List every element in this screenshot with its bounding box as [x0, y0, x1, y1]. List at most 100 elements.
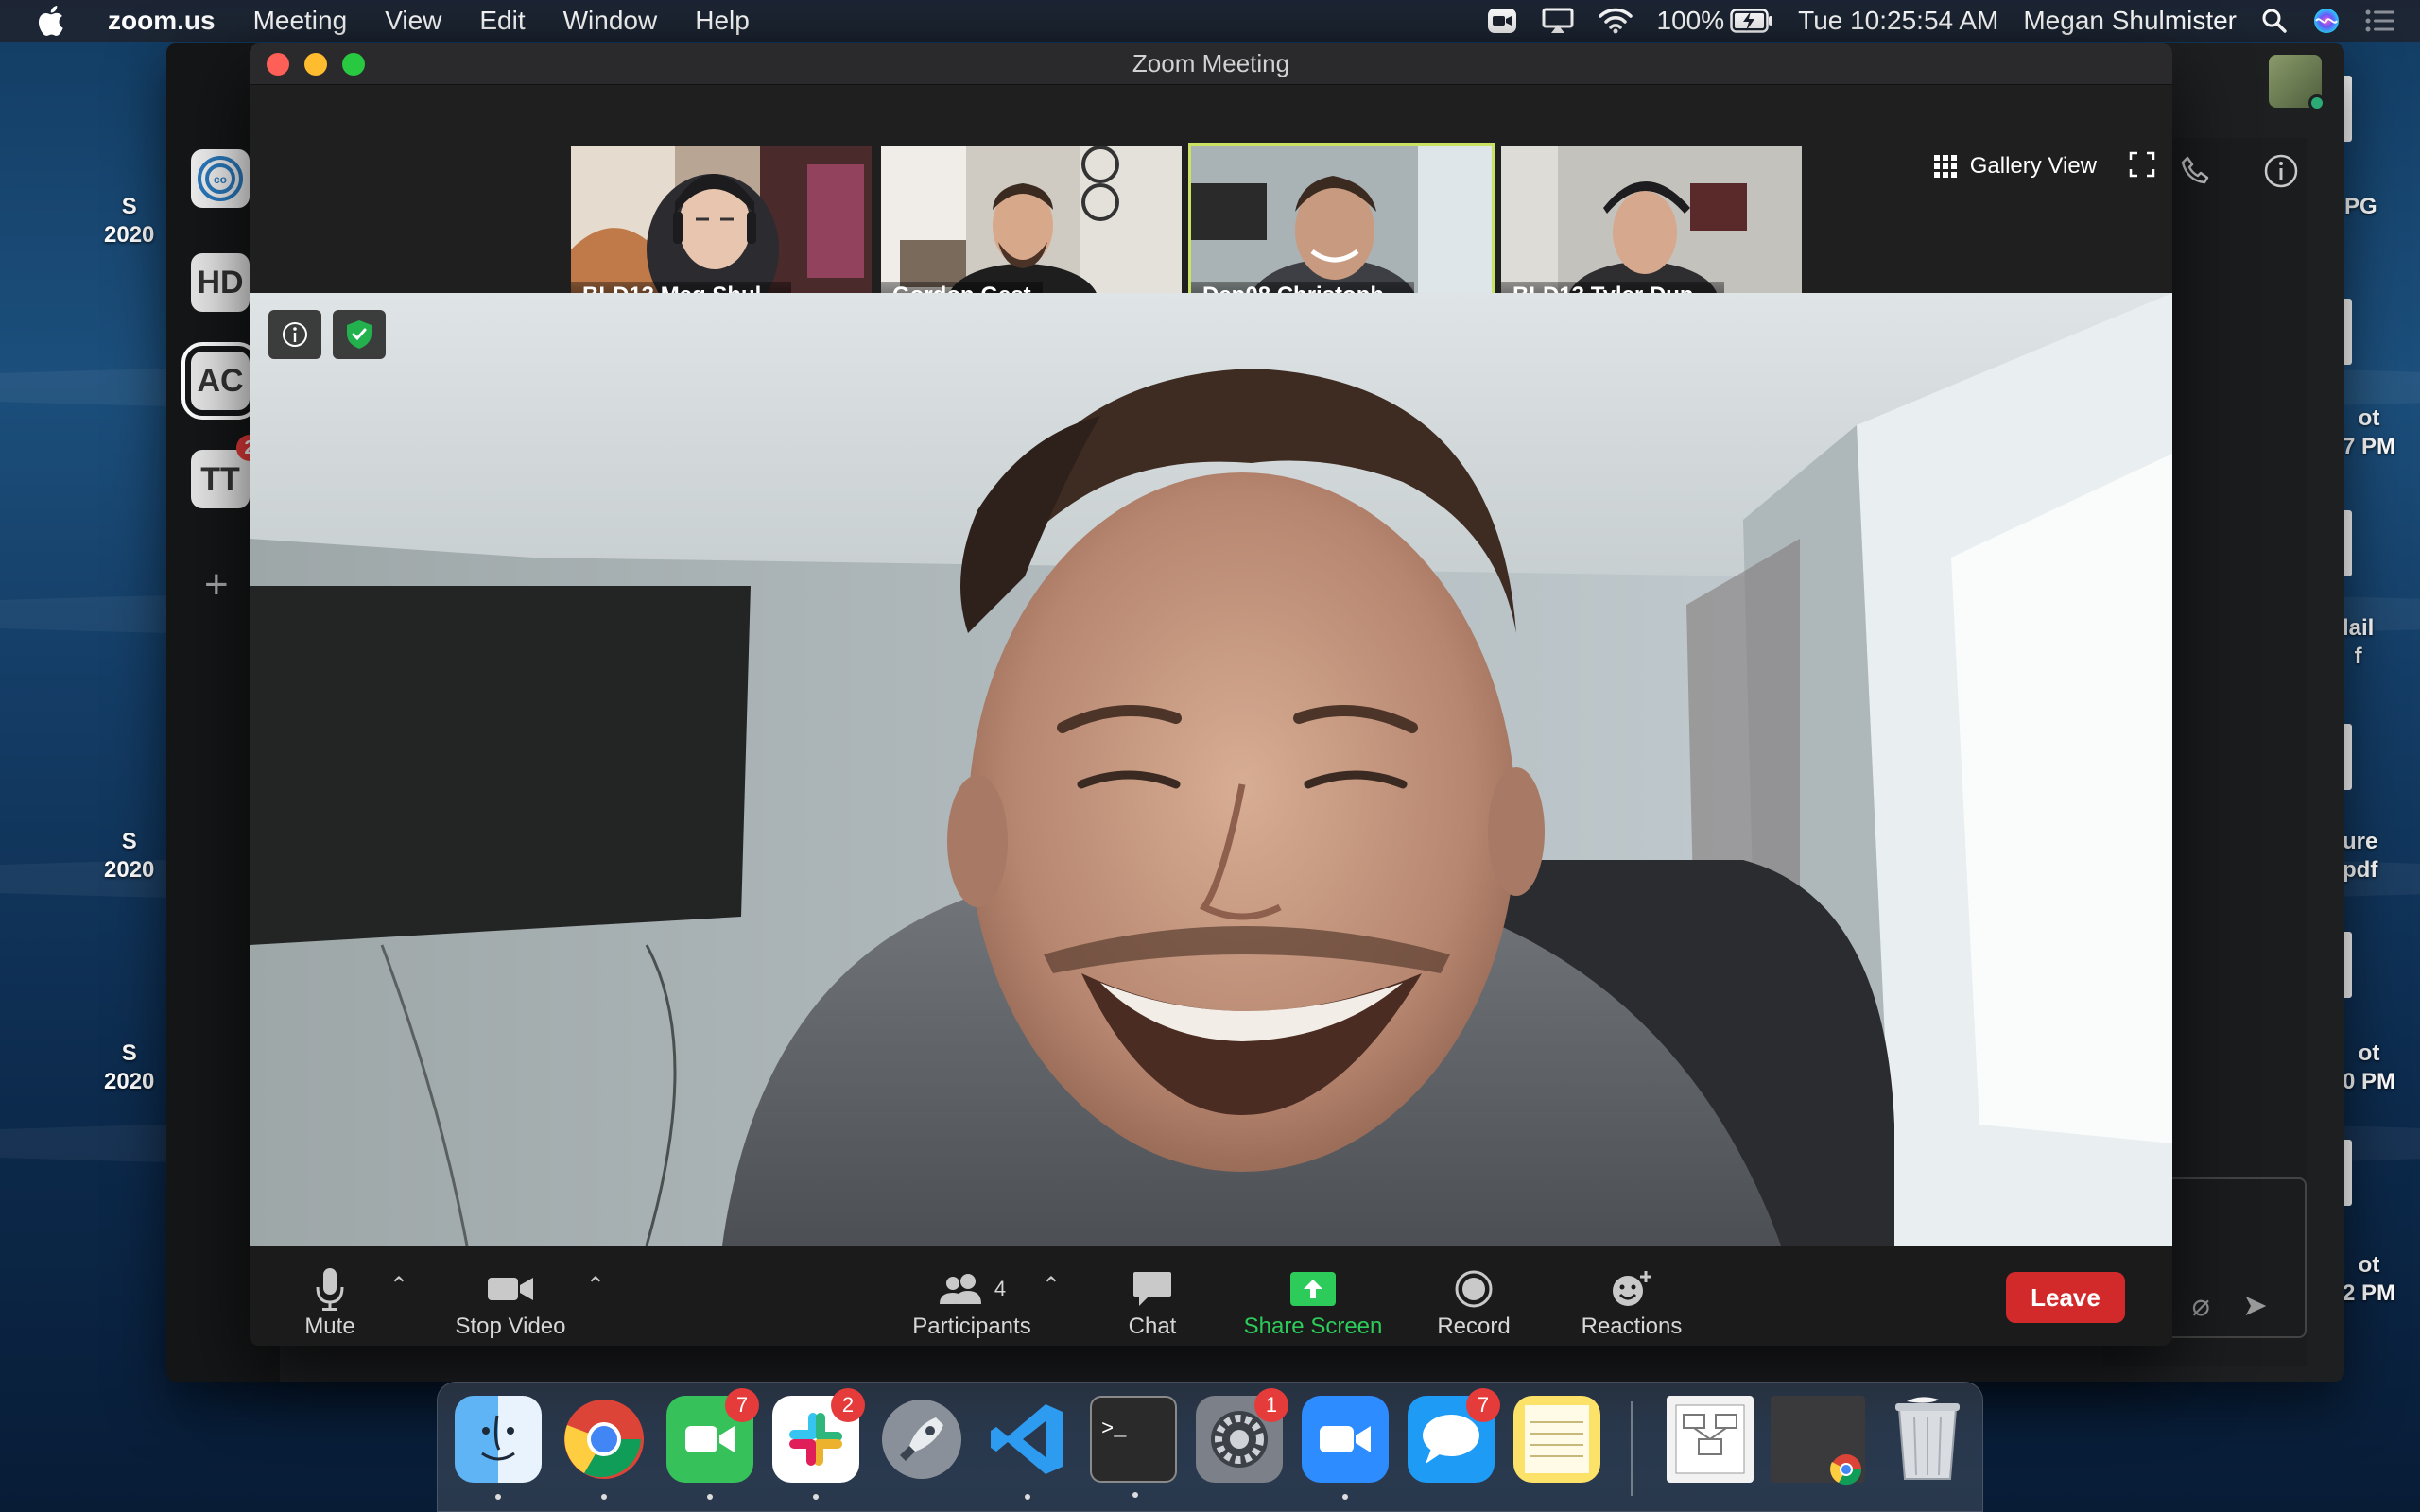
close-button[interactable] — [267, 53, 289, 76]
terminal-icon[interactable]: >_ — [1090, 1396, 1177, 1498]
desktop-file-label[interactable]: ot 7 PM — [2342, 404, 2395, 461]
chevron-up-icon[interactable]: ⌃ — [1042, 1272, 1061, 1299]
running-indicator — [1025, 1494, 1030, 1500]
minimize-button[interactable] — [304, 53, 327, 76]
zoom-icon[interactable] — [1302, 1396, 1389, 1500]
airplay-icon[interactable] — [1542, 8, 1574, 34]
desktop-file-label[interactable]: S 2020 — [104, 828, 154, 885]
record-button[interactable]: Record — [1422, 1255, 1526, 1340]
zoom-window-button[interactable] — [342, 53, 365, 76]
participants-button[interactable]: 4 Participants ⌃ — [896, 1255, 1061, 1340]
reactions-icon — [1613, 1271, 1651, 1306]
desktop-file-label[interactable]: lail f — [2342, 614, 2374, 671]
leave-meeting-button[interactable]: Leave — [2006, 1272, 2125, 1323]
desktop-file-label[interactable]: S 2020 — [104, 1040, 154, 1096]
menu-view[interactable]: View — [385, 6, 441, 36]
speaker-video-frame — [250, 293, 2172, 1246]
notification-badge: 7 — [725, 1388, 759, 1422]
attachment-icon[interactable]: ⌀ — [2192, 1287, 2210, 1323]
zoom-status-icon[interactable] — [1487, 8, 1517, 34]
phone-icon[interactable] — [2180, 155, 2212, 192]
notification-center-icon[interactable] — [2365, 9, 2395, 33]
chevron-up-icon[interactable]: ⌃ — [586, 1272, 605, 1299]
online-status-icon — [2308, 94, 2325, 112]
workspace-ac[interactable]: AC — [182, 342, 259, 420]
battery-percent: 100% — [1656, 6, 1725, 35]
apple-menu-icon[interactable] — [38, 6, 70, 36]
chevron-up-icon[interactable]: ⌃ — [389, 1272, 408, 1299]
spotlight-search-icon[interactable] — [2261, 8, 2288, 34]
gallery-view-label: Gallery View — [1969, 153, 2097, 179]
wifi-icon[interactable] — [1598, 8, 1633, 34]
vscode-icon[interactable] — [984, 1396, 1071, 1500]
desktop-file-label[interactable]: ure pdf — [2342, 828, 2377, 885]
menu-help[interactable]: Help — [695, 6, 750, 36]
mute-button[interactable]: Mute ⌃ — [287, 1255, 408, 1340]
facetime-icon[interactable]: 7 — [666, 1388, 759, 1500]
desktop-file-label[interactable]: ot 2 PM — [2342, 1251, 2395, 1308]
participant-thumbnail[interactable]: BLD13 Tyler Dun... — [1501, 146, 1802, 316]
running-indicator — [707, 1494, 713, 1500]
desktop-file-label[interactable]: PG — [2344, 193, 2377, 221]
notification-badge: 2 — [831, 1388, 865, 1422]
trash-icon[interactable] — [1884, 1396, 1971, 1483]
meeting-info-controls — [268, 310, 386, 359]
window-title-bar[interactable]: Zoom Meeting — [250, 43, 2172, 85]
menu-app-name[interactable]: zoom.us — [108, 6, 216, 36]
avatar[interactable] — [2269, 55, 2325, 112]
meeting-info-button[interactable] — [268, 310, 321, 359]
document-preview — [1675, 1404, 1745, 1474]
finder-icon[interactable] — [455, 1396, 542, 1500]
window-title: Zoom Meeting — [1132, 49, 1290, 77]
launchpad-icon[interactable] — [878, 1396, 965, 1483]
active-speaker-video[interactable] — [250, 293, 2172, 1246]
trash-can — [1895, 1397, 1960, 1480]
workspace-logo-icon[interactable]: co — [191, 149, 250, 208]
notes-icon[interactable] — [1513, 1396, 1600, 1483]
encryption-status-button[interactable] — [333, 310, 386, 359]
facetime-camera — [685, 1426, 735, 1452]
recent-document-thumbnail[interactable] — [1667, 1396, 1754, 1483]
microphone-icon — [316, 1268, 344, 1311]
chat-bubble-icon — [1133, 1272, 1171, 1306]
gallery-view-button[interactable]: Gallery View — [1933, 153, 2097, 180]
participants-label: Participants — [912, 1314, 1031, 1339]
menubar-user-name[interactable]: Megan Shulmister — [2023, 6, 2237, 36]
minimized-chrome-window[interactable] — [1771, 1396, 1865, 1486]
mute-label: Mute — [304, 1314, 355, 1339]
menubar-clock[interactable]: Tue 10:25:54 AM — [1798, 6, 1998, 36]
send-icon[interactable]: ➤ — [2242, 1287, 2268, 1323]
reactions-label: Reactions — [1581, 1314, 1683, 1339]
info-icon[interactable] — [2263, 153, 2299, 194]
add-workspace-icon[interactable]: + — [204, 561, 229, 609]
notification-badge: 1 — [1254, 1388, 1288, 1422]
svg-text:>_: >_ — [1101, 1418, 1127, 1441]
stop-video-button[interactable]: Stop Video ⌃ — [444, 1255, 606, 1340]
menu-window[interactable]: Window — [563, 6, 658, 36]
participant-thumbnail[interactable]: Gordon Gest — [881, 146, 1182, 316]
participant-thumbnail[interactable]: BLD13 Meg Shul... — [571, 146, 872, 316]
record-label: Record — [1437, 1314, 1511, 1339]
participant-thumbnail-active-speaker[interactable]: Den08 Christoph... — [1188, 143, 1495, 318]
fullscreen-icon[interactable] — [2129, 151, 2155, 178]
menu-edit[interactable]: Edit — [479, 6, 525, 36]
chrome-icon[interactable] — [561, 1396, 648, 1500]
system-preferences-icon[interactable]: 1 — [1196, 1388, 1288, 1483]
chat-button[interactable]: Chat — [1110, 1255, 1195, 1340]
workspace-tt[interactable]: TT 2 — [191, 435, 263, 508]
desktop-file-label[interactable]: S 2020 — [104, 193, 154, 249]
share-screen-button[interactable]: Share Screen — [1233, 1255, 1393, 1340]
siri-icon[interactable] — [2312, 7, 2341, 35]
workspace-hd[interactable]: HD — [191, 253, 250, 312]
messages-icon[interactable]: 7 — [1408, 1388, 1500, 1483]
slack-icon[interactable]: 2 — [772, 1388, 865, 1500]
stop-video-label: Stop Video — [455, 1314, 566, 1339]
dock: 7 2 >_ 1 7 — [437, 1382, 1983, 1512]
reactions-button[interactable]: Reactions — [1573, 1255, 1690, 1340]
menu-meeting[interactable]: Meeting — [253, 6, 348, 36]
chrome-badge-icon — [1830, 1454, 1862, 1486]
desktop-file-label[interactable]: ot 0 PM — [2342, 1040, 2395, 1096]
battery-indicator[interactable]: 100% — [1657, 6, 1774, 36]
grid-icon — [1933, 155, 1957, 178]
participants-icon — [939, 1274, 981, 1304]
